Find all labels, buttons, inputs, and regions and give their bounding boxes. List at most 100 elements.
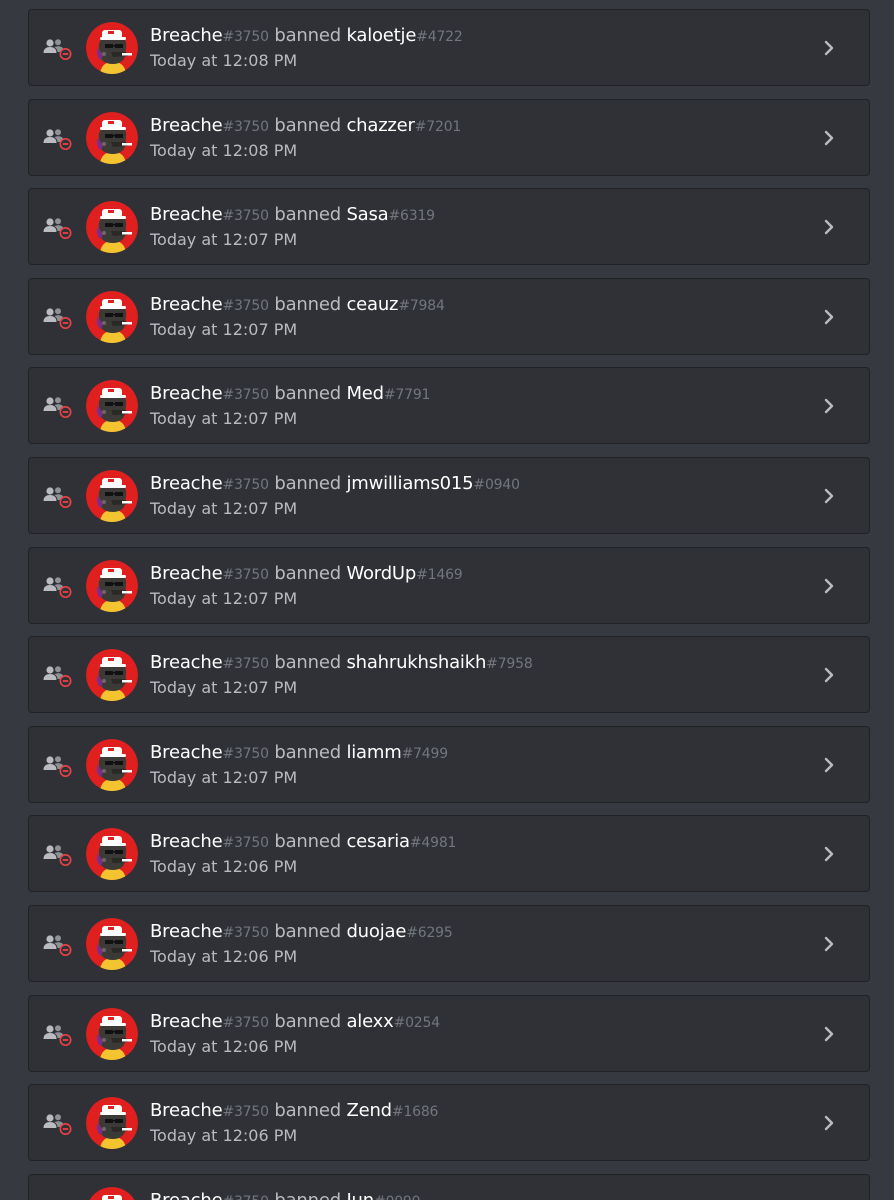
member-ban-icon <box>43 307 73 329</box>
target-username[interactable]: cesaria <box>346 831 410 852</box>
target-username[interactable]: Sasa <box>346 204 388 225</box>
user-avatar[interactable] <box>86 649 138 702</box>
audit-log-entry[interactable]: Breache#3750 banned liamm#7499 Today at … <box>28 725 870 803</box>
user-avatar[interactable] <box>86 1007 138 1060</box>
chevron-right-icon[interactable] <box>819 127 839 149</box>
actor-username[interactable]: Breache <box>150 563 223 584</box>
target-username[interactable]: alexx <box>346 1011 393 1032</box>
chevron-right-icon[interactable] <box>819 575 839 597</box>
user-avatar[interactable] <box>86 918 138 970</box>
member-ban-icon <box>43 217 73 240</box>
actor-username[interactable]: Breache <box>150 473 223 494</box>
actor-username[interactable]: Breache <box>150 831 223 852</box>
user-avatar[interactable] <box>86 290 138 343</box>
audit-log-entry[interactable]: Breache#3750 banned duojae#6295 Today at… <box>28 905 870 982</box>
audit-log-entry[interactable]: Breache#3750 banned chazzer#7201 Today a… <box>28 98 870 176</box>
actor-username[interactable]: Breache <box>150 1190 223 1200</box>
actor-username[interactable]: Breache <box>150 742 223 763</box>
target-username[interactable]: liamm <box>346 742 401 763</box>
entry-timestamp: Today at 12:06 PM <box>150 947 298 966</box>
actor-discriminator: #3750 <box>222 208 269 225</box>
audit-log-entry[interactable]: Breache#3750 banned kaloetje#4722 Today … <box>28 9 870 86</box>
actor-discriminator: #3750 <box>222 745 269 762</box>
target-discriminator: #7791 <box>383 387 431 404</box>
actor-username[interactable]: Breache <box>150 921 223 942</box>
audit-log-entry[interactable]: Breache#3750 banned Zend#1686 Today at 1… <box>28 1084 870 1162</box>
entry-summary: Breache#3750 banned Sasa#6319 <box>150 203 435 228</box>
actor-discriminator: #3750 <box>222 29 269 45</box>
entry-timestamp: Today at 12:08 PM <box>150 140 298 160</box>
target-discriminator: #4722 <box>416 29 463 45</box>
audit-log-entry[interactable]: Breache#3750 banned Sasa#6319 Today at 1… <box>28 188 870 266</box>
member-ban-icon <box>43 1113 73 1136</box>
action-verb: banned <box>274 204 341 226</box>
audit-log-entry[interactable]: Breache#3750 banned cesaria#4981 Today a… <box>28 815 870 893</box>
user-avatar[interactable] <box>86 1186 138 1200</box>
actor-username[interactable]: Breache <box>150 294 223 315</box>
chevron-right-icon[interactable] <box>819 1023 839 1045</box>
audit-log-entry[interactable]: Breache#3750 banned alexx#0254 Today at … <box>28 994 870 1072</box>
entry-timestamp: Today at 12:06 PM <box>150 1036 298 1056</box>
chevron-right-icon[interactable] <box>819 1112 839 1134</box>
target-discriminator: #1686 <box>391 1104 439 1121</box>
user-avatar[interactable] <box>86 201 138 254</box>
actor-discriminator: #3750 <box>222 297 269 314</box>
entry-timestamp: Today at 12:07 PM <box>150 319 298 339</box>
action-verb: banned <box>274 831 341 853</box>
target-discriminator: #6319 <box>388 208 436 225</box>
chevron-right-icon[interactable] <box>819 754 839 776</box>
target-username[interactable]: kaloetje <box>346 25 416 46</box>
entry-summary: Breache#3750 banned alexx#0254 <box>150 1010 440 1035</box>
entry-summary: Breache#3750 banned Med#7791 <box>150 382 430 407</box>
user-avatar[interactable] <box>86 828 138 881</box>
audit-log-entry[interactable]: Breache#3750 banned Med#7791 Today at 12… <box>28 367 870 445</box>
user-avatar[interactable] <box>86 111 138 164</box>
user-avatar[interactable] <box>86 738 138 791</box>
actor-username[interactable]: Breache <box>150 204 223 225</box>
user-avatar[interactable] <box>86 1097 138 1150</box>
user-avatar[interactable] <box>86 22 138 74</box>
actor-discriminator: #3750 <box>222 656 269 673</box>
audit-log-entry[interactable]: Breache#3750 banned jmwilliams015#0940 T… <box>28 457 870 534</box>
audit-log-entry[interactable]: Breache#3750 banned ceauz#7984 Today at … <box>28 277 870 355</box>
action-verb: banned <box>274 383 341 405</box>
target-username[interactable]: shahrukhshaikh <box>346 652 486 673</box>
target-username[interactable]: Med <box>346 383 384 404</box>
target-username[interactable]: duojae <box>346 921 406 942</box>
target-username[interactable]: chazzer <box>346 115 415 136</box>
chevron-right-icon[interactable] <box>819 395 839 417</box>
actor-username[interactable]: Breache <box>150 1011 223 1032</box>
member-ban-icon <box>43 396 73 419</box>
action-verb: banned <box>274 741 341 763</box>
entry-summary: Breache#3750 banned cesaria#4981 <box>150 830 456 855</box>
chevron-right-icon[interactable] <box>819 933 839 955</box>
actor-username[interactable]: Breache <box>150 25 223 46</box>
target-username[interactable]: WordUp <box>346 563 416 584</box>
chevron-right-icon[interactable] <box>819 485 839 507</box>
audit-log-entry[interactable]: Breache#3750 banned WordUp#1469 Today at… <box>28 546 870 624</box>
entry-timestamp: Today at 12:07 PM <box>150 588 298 608</box>
chevron-right-icon[interactable] <box>819 37 839 59</box>
actor-username[interactable]: Breache <box>150 652 223 673</box>
target-username[interactable]: Jun <box>346 1190 374 1200</box>
member-ban-icon <box>43 38 73 60</box>
user-avatar[interactable] <box>86 380 138 433</box>
actor-discriminator: #3750 <box>222 566 269 583</box>
user-avatar[interactable] <box>86 470 138 522</box>
actor-discriminator: #3750 <box>222 387 269 404</box>
target-discriminator: #7499 <box>401 745 449 762</box>
audit-log-entry[interactable]: Breache#3750 banned Jun#0090 <box>28 1173 870 1200</box>
chevron-right-icon[interactable] <box>819 843 839 865</box>
actor-username[interactable]: Breache <box>150 1100 223 1121</box>
chevron-right-icon[interactable] <box>819 664 839 686</box>
actor-username[interactable]: Breache <box>150 115 223 136</box>
target-username[interactable]: Zend <box>346 1100 392 1121</box>
target-username[interactable]: jmwilliams015 <box>346 473 473 494</box>
entry-timestamp: Today at 12:06 PM <box>150 857 298 877</box>
actor-username[interactable]: Breache <box>150 383 223 404</box>
chevron-right-icon[interactable] <box>819 306 839 328</box>
audit-log-entry[interactable]: Breache#3750 banned shahrukhshaikh#7958 … <box>28 636 870 714</box>
chevron-right-icon[interactable] <box>819 216 839 238</box>
user-avatar[interactable] <box>86 559 138 612</box>
target-username[interactable]: ceauz <box>346 294 398 315</box>
